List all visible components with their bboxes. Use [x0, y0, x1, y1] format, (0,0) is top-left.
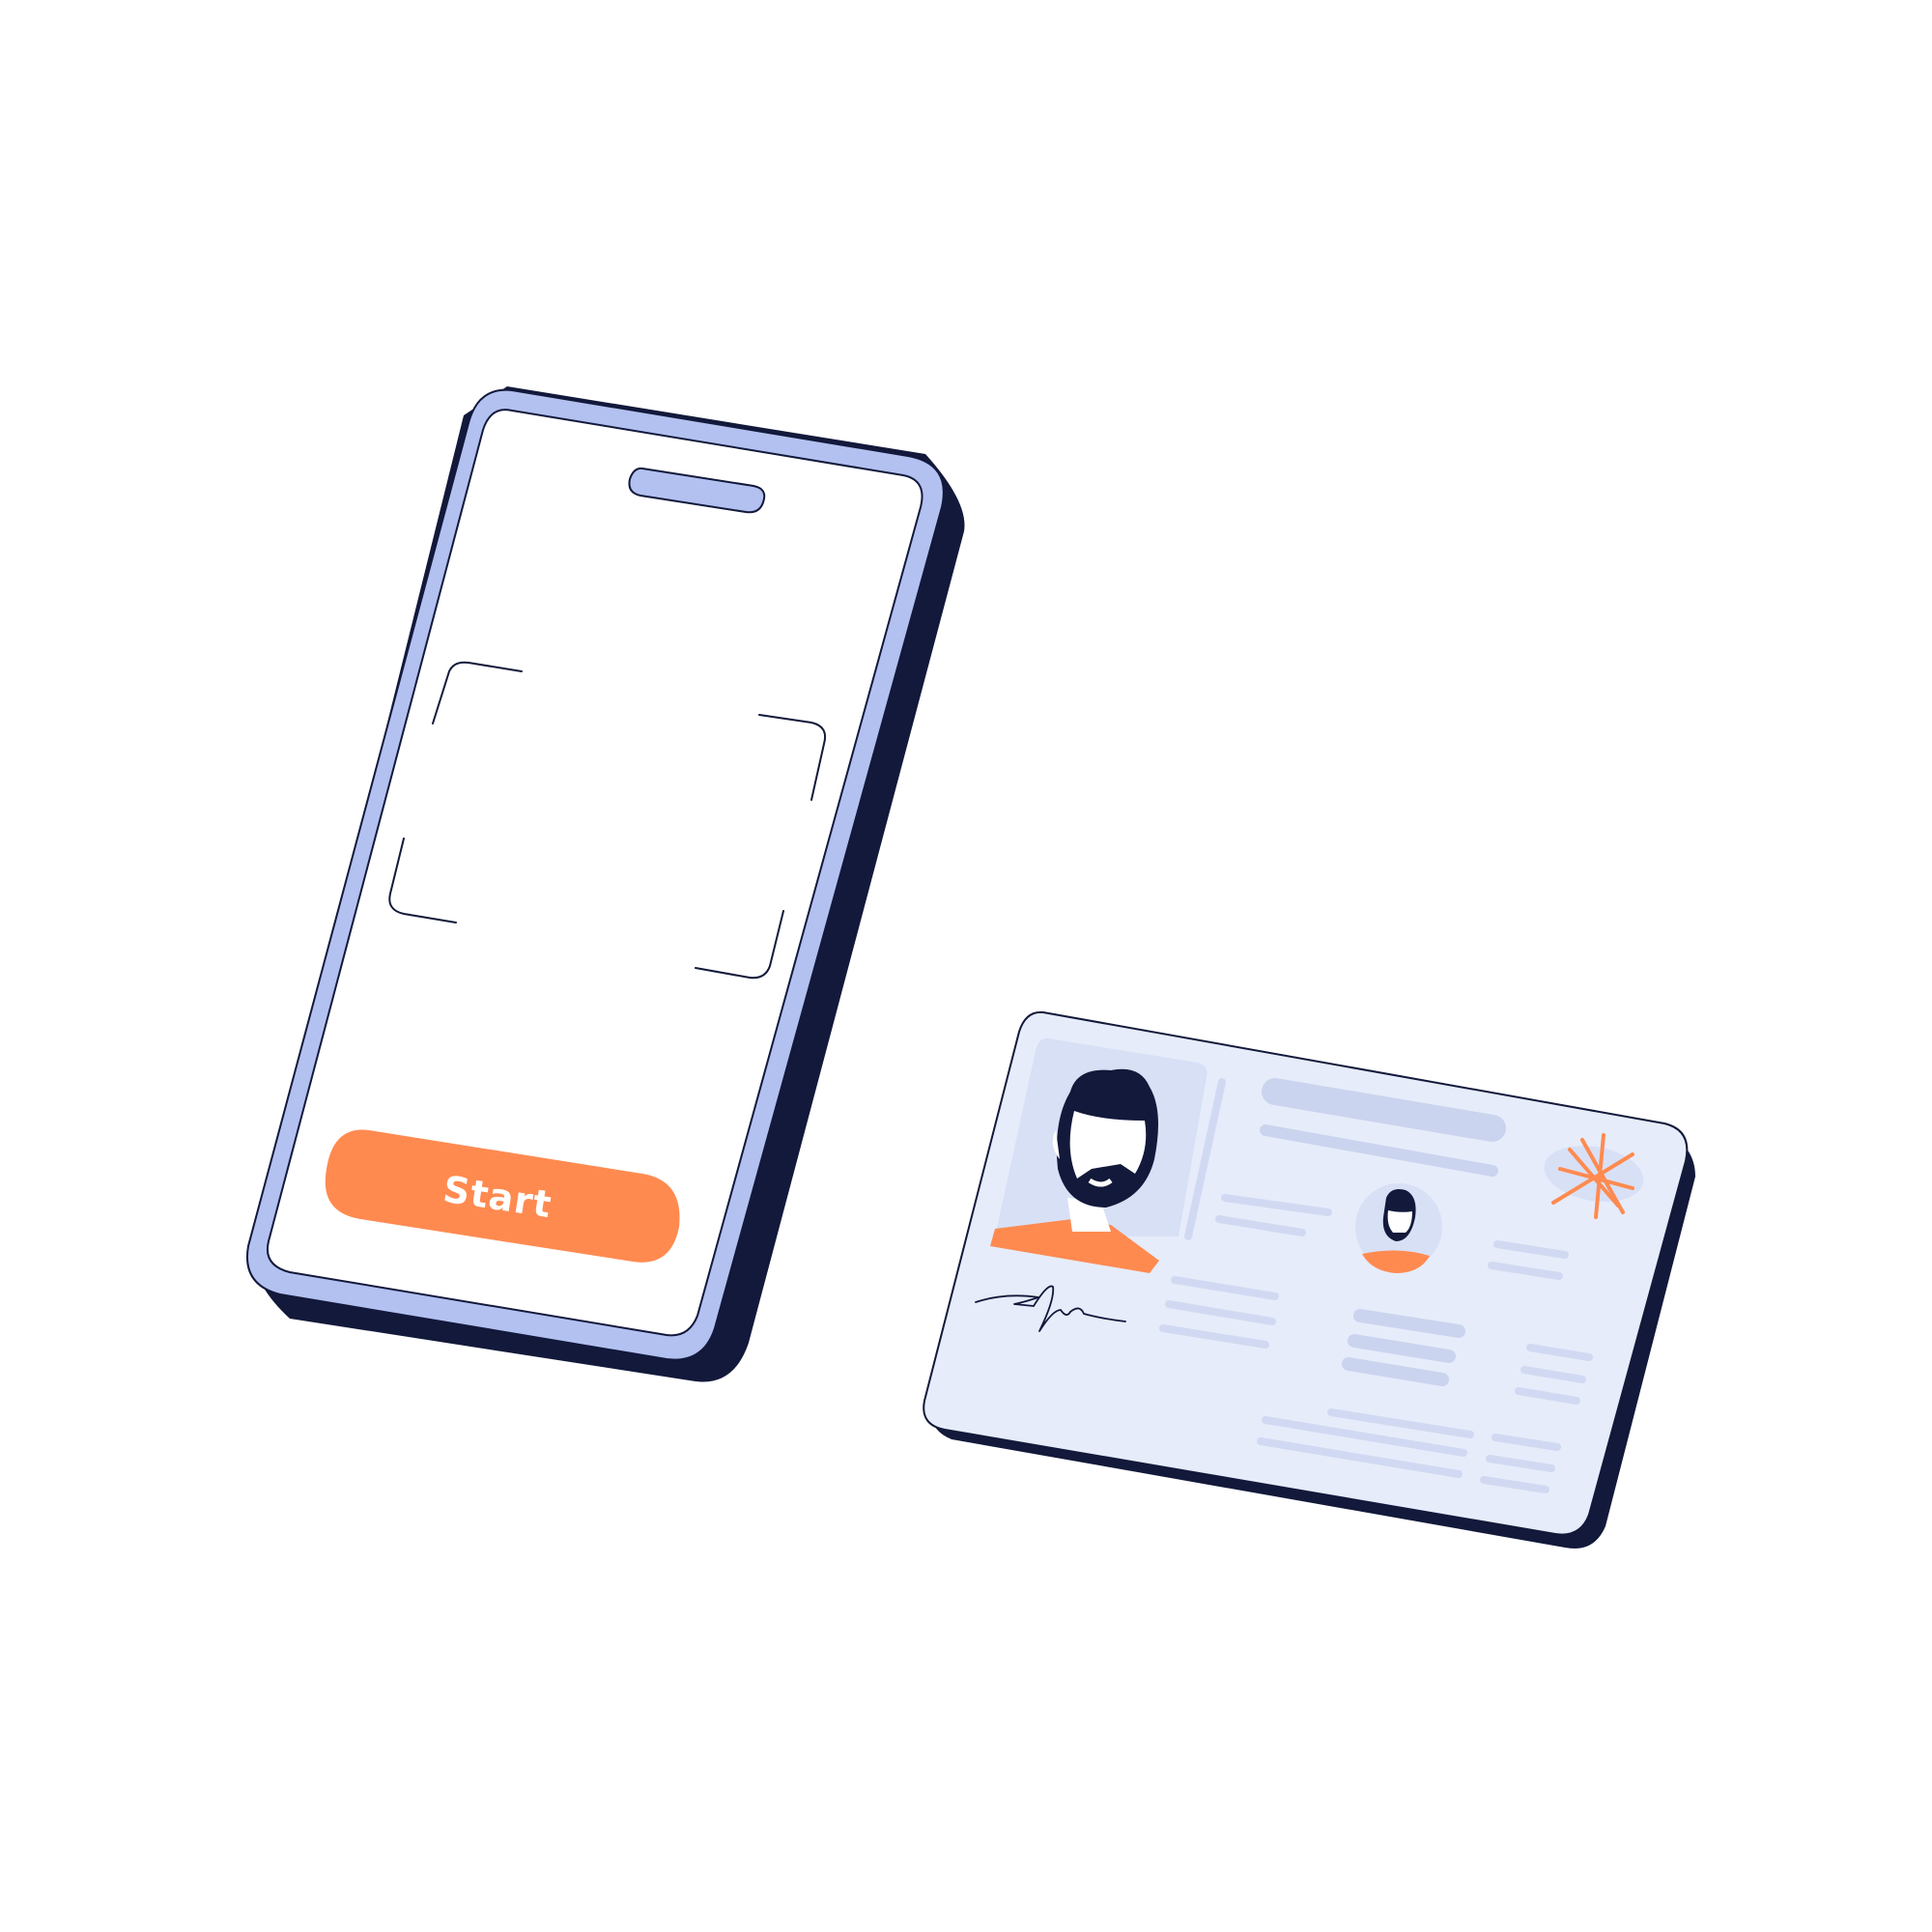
illustration-canvas: Start — [0, 0, 1932, 1932]
phone-and-id-card-illustration: Start — [246, 386, 1695, 1549]
phone: Start — [246, 386, 965, 1382]
id-card — [923, 1010, 1695, 1549]
